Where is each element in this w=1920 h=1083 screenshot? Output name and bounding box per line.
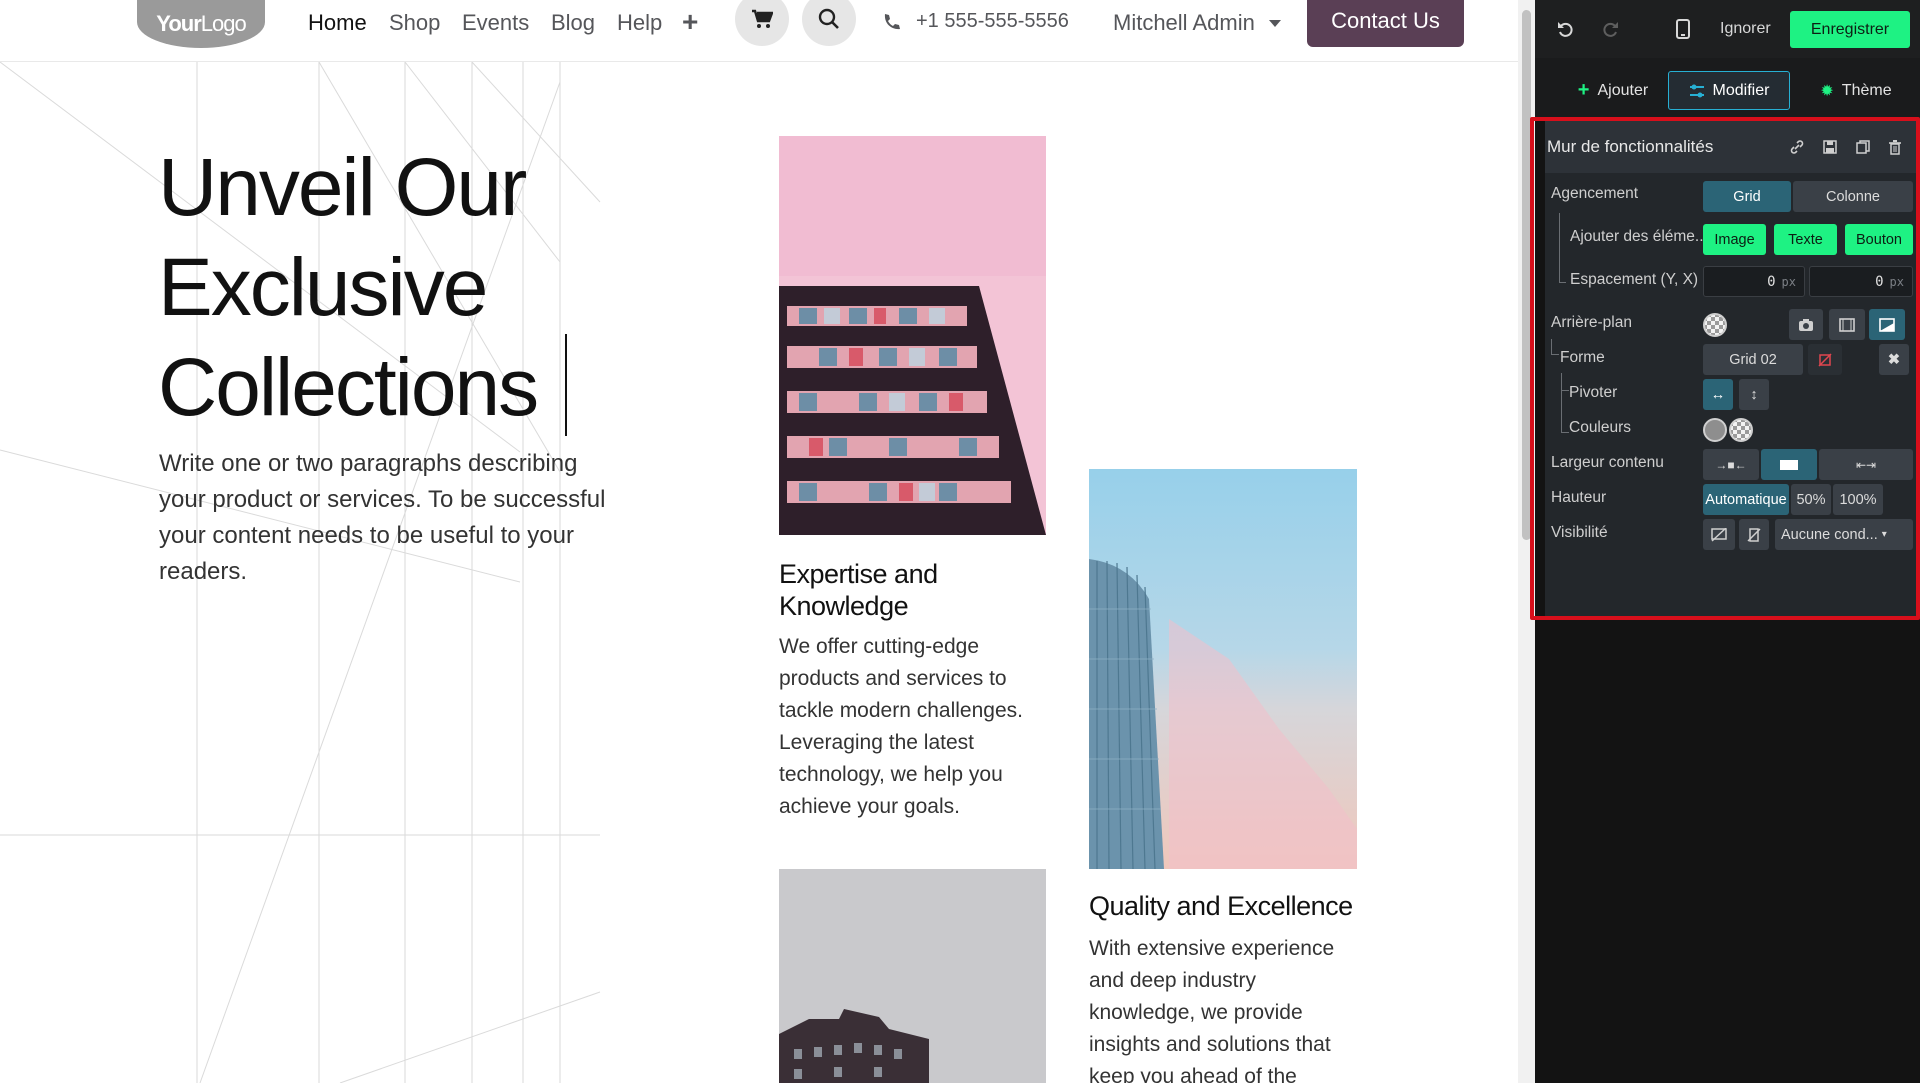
redo-icon[interactable] bbox=[1599, 18, 1621, 40]
cart-icon bbox=[752, 9, 773, 28]
nav-events[interactable]: Events bbox=[462, 10, 529, 36]
tab-label: Ajouter bbox=[1597, 81, 1649, 99]
card-title[interactable]: Quality and Excellence bbox=[1089, 890, 1379, 922]
gear-icon: ✹ bbox=[1820, 82, 1834, 100]
text-cursor bbox=[565, 334, 567, 436]
phone-icon bbox=[884, 13, 900, 29]
card-image-building-pink[interactable] bbox=[779, 136, 1046, 535]
save-button[interactable]: Enregistrer bbox=[1790, 11, 1910, 48]
highlight-box bbox=[1530, 117, 1920, 620]
logo-text-bold: Your bbox=[156, 11, 201, 36]
card-title[interactable]: Expertise and Knowledge bbox=[779, 558, 1049, 622]
nav-shop[interactable]: Shop bbox=[389, 10, 440, 36]
card-image-tower[interactable] bbox=[1089, 469, 1357, 869]
card-text[interactable]: We offer cutting-edge products and servi… bbox=[779, 631, 1054, 823]
logo-text-regular: Logo bbox=[200, 11, 247, 36]
tab-label: Modifier bbox=[1712, 81, 1770, 99]
tab-add[interactable]: + Ajouter bbox=[1563, 71, 1663, 110]
search-icon bbox=[818, 8, 839, 29]
contact-us-button[interactable]: Contact Us bbox=[1307, 0, 1464, 47]
tower-illustration bbox=[1089, 469, 1357, 869]
building-illustration bbox=[779, 136, 1046, 535]
discard-button[interactable]: Ignorer bbox=[1720, 20, 1771, 38]
chevron-down-icon bbox=[1268, 19, 1281, 27]
add-menu-item-icon[interactable]: + bbox=[682, 6, 698, 38]
editor-topbar: Ignorer Enregistrer bbox=[1535, 0, 1920, 58]
nav-blog[interactable]: Blog bbox=[551, 10, 595, 36]
plus-icon: + bbox=[1577, 79, 1590, 101]
mobile-preview-icon[interactable] bbox=[1672, 18, 1694, 40]
site-navbar: Your Logo Home Shop Events Blog Help + +… bbox=[0, 0, 1518, 62]
user-menu[interactable]: Mitchell Admin bbox=[1113, 10, 1281, 36]
card-image-building-grey[interactable] bbox=[779, 869, 1046, 1083]
site-logo[interactable]: Your Logo bbox=[137, 0, 265, 48]
building-illustration bbox=[779, 869, 1046, 1083]
hero-title[interactable]: Unveil Our Exclusive Collections bbox=[158, 138, 598, 438]
tab-label: Thème bbox=[1841, 81, 1892, 99]
website-canvas: Your Logo Home Shop Events Blog Help + +… bbox=[0, 0, 1535, 1083]
editor-tabs: + Ajouter Modifier ✹ Thème bbox=[1535, 58, 1920, 120]
nav-help[interactable]: Help bbox=[617, 10, 662, 36]
tab-edit[interactable]: Modifier bbox=[1668, 71, 1790, 110]
hero-paragraph[interactable]: Write one or two paragraphs describing y… bbox=[159, 446, 609, 590]
cart-button[interactable] bbox=[735, 0, 789, 46]
phone-number: +1 555-555-5556 bbox=[916, 10, 1069, 32]
user-name: Mitchell Admin bbox=[1113, 10, 1255, 35]
tab-theme[interactable]: ✹ Thème bbox=[1803, 71, 1909, 110]
phone-link[interactable]: +1 555-555-5556 bbox=[882, 10, 1069, 33]
nav-home[interactable]: Home bbox=[308, 10, 367, 36]
sliders-icon bbox=[1689, 84, 1704, 97]
undo-icon[interactable] bbox=[1555, 18, 1577, 40]
search-button[interactable] bbox=[802, 0, 856, 46]
card-text[interactable]: With extensive experience and deep indus… bbox=[1089, 933, 1364, 1083]
